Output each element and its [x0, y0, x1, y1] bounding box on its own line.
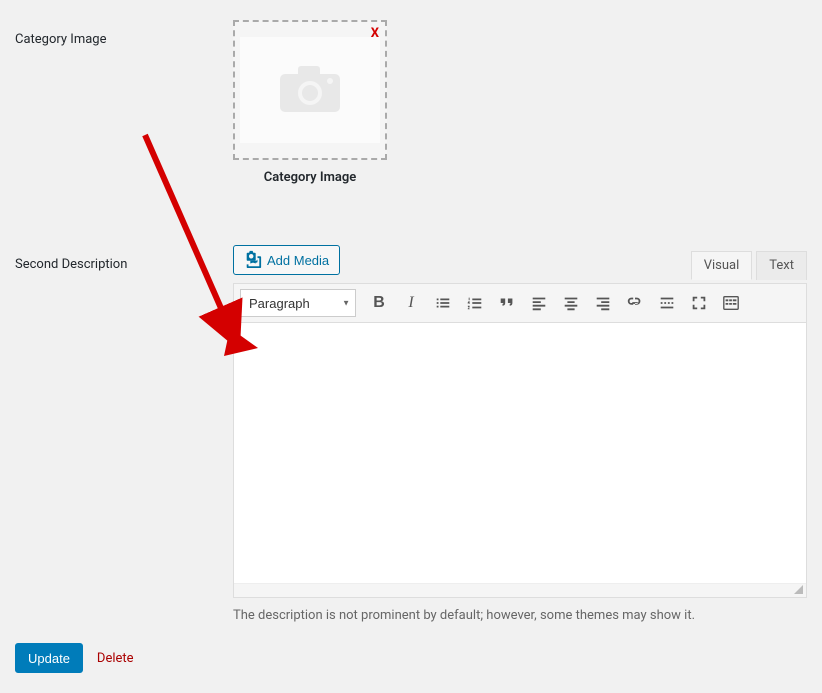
delete-link[interactable]: Delete — [97, 651, 134, 666]
category-image-dropzone[interactable]: X — [233, 20, 387, 160]
bullet-list-button[interactable] — [428, 288, 458, 318]
wysiwyg-editor: Paragraph B I — [233, 283, 807, 598]
category-image-label: Category Image — [15, 20, 233, 47]
kitchen-sink-button[interactable] — [716, 288, 746, 318]
align-right-button[interactable] — [588, 288, 618, 318]
align-left-button[interactable] — [524, 288, 554, 318]
fullscreen-button[interactable] — [684, 288, 714, 318]
editor-resize-handle[interactable] — [234, 583, 806, 597]
add-media-button[interactable]: Add Media — [233, 245, 340, 275]
media-icon — [244, 250, 262, 270]
description-hint: The description is not prominent by defa… — [233, 608, 807, 623]
tab-text[interactable]: Text — [756, 251, 807, 280]
camera-placeholder-icon — [278, 66, 342, 114]
link-button[interactable] — [620, 288, 650, 318]
category-edit-form: Category Image X Category Image Second D… — [0, 0, 822, 686]
numbered-list-button[interactable] — [460, 288, 490, 318]
editor-row: Paragraph B I — [0, 275, 822, 623]
submit-row: Update Delete — [0, 623, 822, 693]
editor-toolbar: Paragraph B I — [234, 284, 806, 323]
category-image-caption: Category Image — [233, 170, 387, 185]
second-description-label: Second Description — [15, 245, 233, 272]
category-image-content: X Category Image — [233, 20, 807, 185]
italic-button[interactable]: I — [396, 288, 426, 318]
category-image-row: Category Image X Category Image — [0, 0, 822, 185]
format-dropdown[interactable]: Paragraph — [240, 289, 356, 317]
read-more-button[interactable] — [652, 288, 682, 318]
bold-button[interactable]: B — [364, 288, 394, 318]
add-media-button-label: Add Media — [267, 254, 329, 267]
category-image-placeholder — [240, 37, 380, 143]
remove-image-button[interactable]: X — [371, 26, 379, 41]
tab-visual[interactable]: Visual — [691, 251, 753, 280]
editor-textarea[interactable] — [234, 323, 806, 583]
editor-tabs: Visual Text — [687, 251, 807, 280]
align-center-button[interactable] — [556, 288, 586, 318]
blockquote-button[interactable] — [492, 288, 522, 318]
update-button[interactable]: Update — [15, 643, 83, 673]
